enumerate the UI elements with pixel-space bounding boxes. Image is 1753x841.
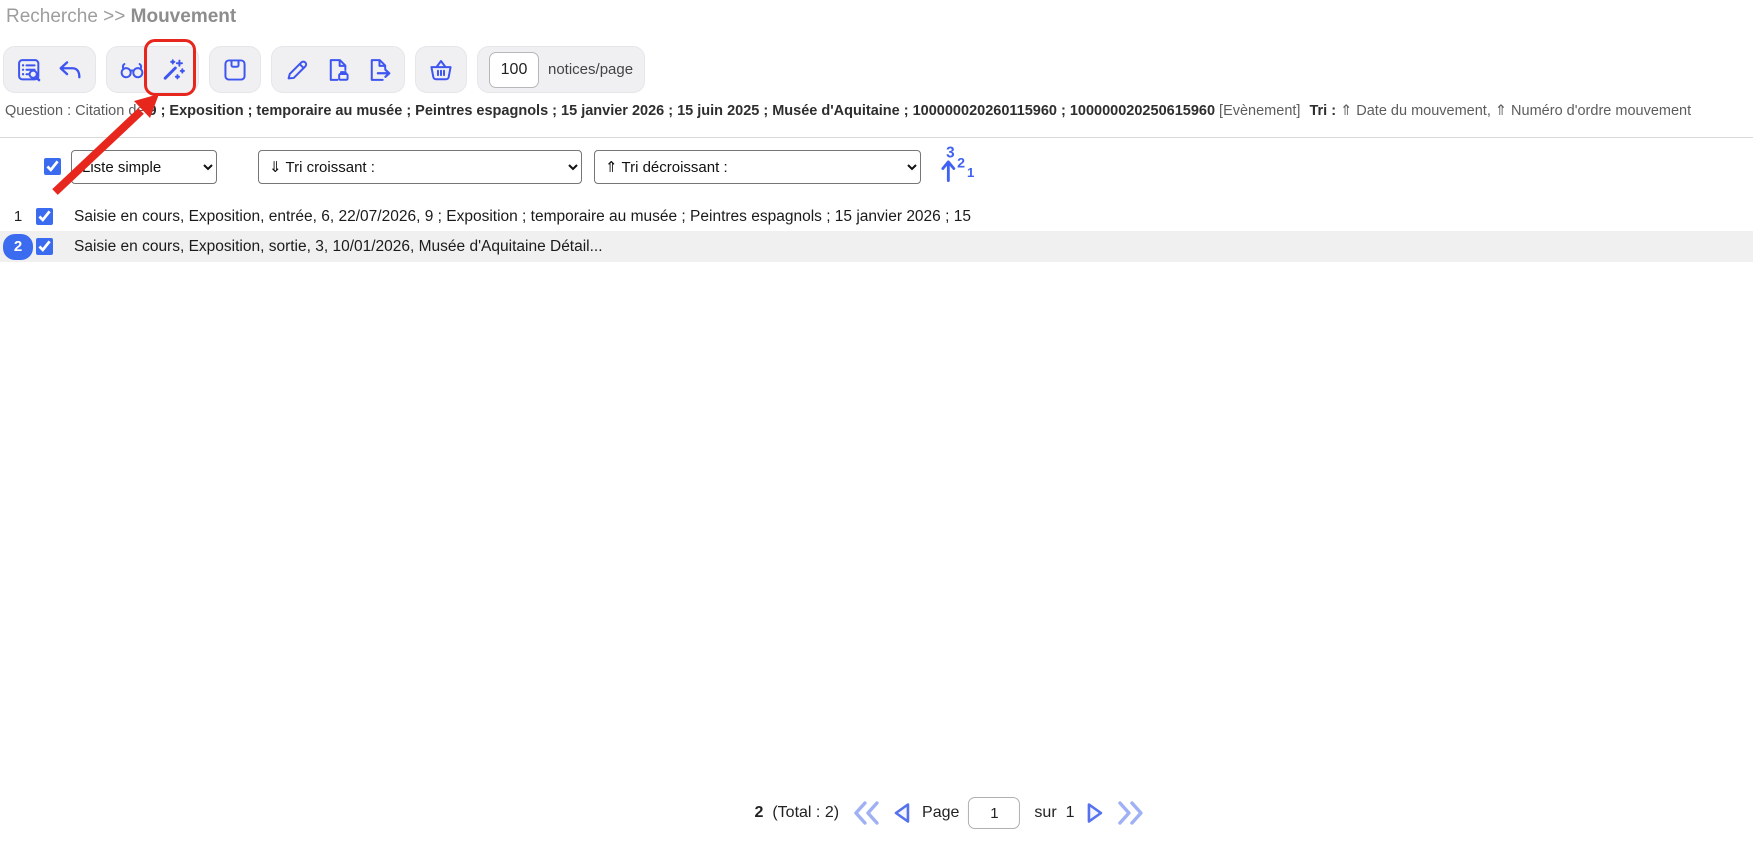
save-button[interactable] [221,56,249,84]
double-chevron-left-icon [852,800,882,826]
first-page-button[interactable] [852,800,882,826]
glasses-icon [118,56,146,84]
row-1-text[interactable]: Saisie en cours, Exposition, entrée, 6, … [74,208,971,226]
row-index-badge: 2 [3,234,33,260]
toolbar: notices/page [3,46,645,93]
export-document-icon [365,56,393,84]
magic-wand-button[interactable] [159,56,187,84]
print-button[interactable] [324,56,352,84]
triangle-right-icon [1084,801,1106,825]
result-row-2-selected[interactable]: 2 Saisie en cours, Exposition, sortie, 3… [0,231,1753,262]
pencil-icon [283,56,311,84]
question-prefix: Citation de [75,103,148,119]
preview-glasses-button[interactable] [118,56,146,84]
undo-icon [56,56,84,84]
sort-numeric-321-icon[interactable]: 3 2 1 [933,141,979,185]
list-display-button[interactable] [15,56,43,84]
notices-per-page-label: notices/page [548,61,633,78]
result-count: 2 [754,804,763,822]
previous-page-button[interactable] [891,801,913,825]
select-all-checkbox[interactable] [44,158,61,175]
result-row-1[interactable]: 1 Saisie en cours, Exposition, entrée, 6… [0,201,1753,232]
sort-value: ⇑ Date du mouvement, ⇑ Numéro d'ordre mo… [1336,103,1691,119]
sur-label: sur [1034,804,1056,822]
divider [0,137,1753,138]
sort-label: Tri : [1309,103,1336,119]
row-1-checkbox[interactable] [36,208,53,225]
svg-text:2: 2 [957,155,965,171]
question-label: Question : [5,103,75,119]
edit-button[interactable] [283,56,311,84]
question-summary: Question : Citation de 9 ; Exposition ; … [5,103,1749,119]
export-button[interactable] [365,56,393,84]
question-suffix: [Evènement] [1215,103,1300,119]
magic-wand-icon [159,56,187,84]
next-page-button[interactable] [1084,801,1106,825]
row-2-checkbox[interactable] [36,238,53,255]
double-chevron-right-icon [1115,800,1145,826]
save-icon [221,56,249,84]
total-label: (Total : 2) [772,804,839,822]
question-criteria: 9 ; Exposition ; temporaire au musée ; P… [148,103,1215,119]
list-display-icon [15,56,43,84]
row-2-text[interactable]: Saisie en cours, Exposition, sortie, 3, … [74,238,603,256]
total-pages: 1 [1066,804,1075,822]
toolbar-group-basket [415,46,467,93]
pagination: 2 (Total : 2) Page sur 1 [754,797,1144,829]
svg-text:1: 1 [967,165,974,180]
svg-text:3: 3 [946,145,955,162]
basket-button[interactable] [427,56,455,84]
toolbar-group-notices: notices/page [477,46,645,93]
toolbar-group-view [106,46,199,93]
basket-icon [427,56,455,84]
sort-descending-select[interactable]: ⇑ Tri décroissant : [594,150,921,184]
list-mode-select[interactable]: Liste simple [71,150,217,184]
sort-ascending-select[interactable]: ⇓ Tri croissant : [258,150,582,184]
undo-button[interactable] [56,56,84,84]
notices-per-page-input[interactable] [489,52,539,88]
toolbar-group-display [3,46,96,93]
page-number-input[interactable] [968,797,1020,829]
page-title: Mouvement [131,6,237,27]
breadcrumb-path[interactable]: Recherche >> [6,6,125,27]
triangle-left-icon [891,801,913,825]
document-print-icon [324,56,352,84]
page-label: Page [922,804,959,822]
toolbar-group-save [209,46,261,93]
row-index: 1 [14,208,22,225]
toolbar-group-edit-export [271,46,405,93]
controls-row: Liste simple ⇓ Tri croissant : ⇑ Tri déc… [0,150,1753,184]
last-page-button[interactable] [1115,800,1145,826]
breadcrumb: Recherche >> Mouvement [6,6,236,28]
